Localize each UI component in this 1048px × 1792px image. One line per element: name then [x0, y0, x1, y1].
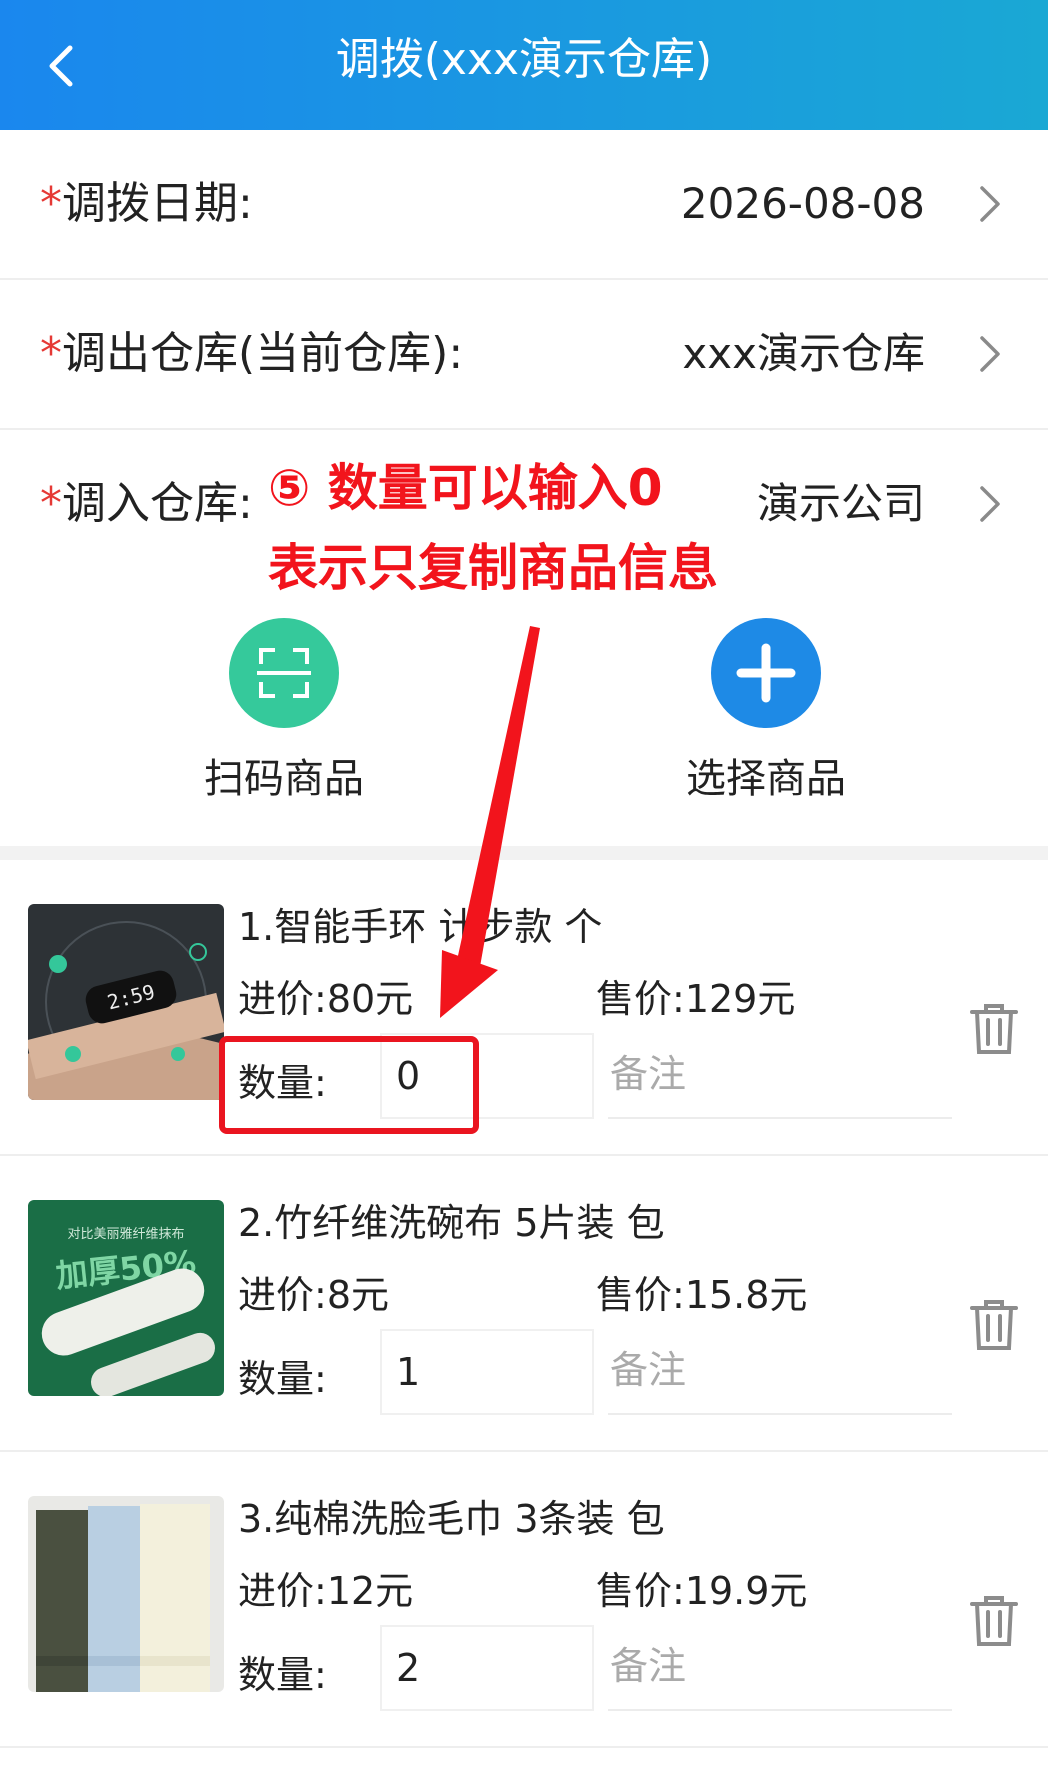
- chevron-right-icon: [980, 336, 1000, 372]
- scan-goods-label: 扫码商品: [204, 756, 364, 802]
- section-divider: [0, 846, 1048, 860]
- page-title: 调拨(xxx演示仓库): [335, 34, 713, 85]
- sale-value: 19.9元: [684, 1569, 808, 1613]
- goods-item: 3.纯棉洗脸毛巾 3条装 包 进价:12元 售价:19.9元 数量: 2 备注: [0, 1452, 1048, 1748]
- scan-button-circle: [229, 618, 339, 728]
- transfer-date-label-text: 调拨日期:: [62, 178, 253, 229]
- chevron-right-icon: [980, 486, 1000, 522]
- in-warehouse-label: *调入仓库:: [40, 430, 253, 578]
- out-warehouse-label: *调出仓库(当前仓库):: [40, 280, 463, 428]
- sale-price: 售价:19.9元: [596, 1560, 807, 1615]
- item-name: 1.智能手环 计步款 个: [238, 905, 603, 949]
- in-warehouse-value: 演示公司: [756, 479, 925, 528]
- sale-label: 售价:: [596, 1273, 685, 1317]
- out-warehouse-value: xxx演示仓库: [682, 329, 925, 378]
- quantity-input[interactable]: 2: [380, 1625, 594, 1711]
- remark-input[interactable]: 备注: [608, 1329, 952, 1415]
- required-star: *: [40, 178, 62, 229]
- out-warehouse-label-text: 调出仓库(当前仓库):: [62, 328, 464, 379]
- item-name: 3.纯棉洗脸毛巾 3条装 包: [238, 1497, 665, 1541]
- select-goods-label: 选择商品: [686, 756, 846, 802]
- select-button-circle: [711, 618, 821, 728]
- quantity-label: 数量:: [238, 1653, 327, 1697]
- cost-label: 进价:: [238, 1569, 327, 1613]
- required-star: *: [40, 478, 62, 529]
- transfer-date-value: 2026-08-08: [680, 179, 925, 228]
- annotation-line-1: ⑤ 数量可以输入0: [268, 459, 663, 517]
- chevron-right-icon: [980, 186, 1000, 222]
- quantity-label: 数量:: [238, 1357, 327, 1401]
- header-bar: 调拨(xxx演示仓库): [0, 0, 1048, 130]
- add-goods-actions: 扫码商品 选择商品: [0, 578, 1048, 846]
- trash-icon[interactable]: [966, 1296, 1022, 1352]
- scan-goods-button[interactable]: 扫码商品: [174, 618, 394, 804]
- quantity-highlight-box: [219, 1036, 479, 1134]
- scan-icon: [257, 648, 311, 698]
- next-item-peek: [0, 1748, 1048, 1792]
- trash-icon[interactable]: [966, 1592, 1022, 1648]
- sale-price: 售价:15.8元: [596, 1264, 807, 1319]
- cost-price: 进价:12元: [238, 1560, 413, 1615]
- transfer-date-label: *调拨日期:: [40, 130, 253, 278]
- smart-band-thumbnail: 2:59: [28, 904, 224, 1100]
- sale-label: 售价:: [596, 977, 685, 1021]
- in-warehouse-label-text: 调入仓库:: [62, 478, 253, 529]
- remark-input[interactable]: 备注: [608, 1625, 952, 1711]
- transfer-date-row[interactable]: *调拨日期: 2026-08-08: [0, 130, 1048, 280]
- cost-label: 进价:: [238, 1273, 327, 1317]
- cost-value: 12元: [326, 1569, 414, 1613]
- trash-icon[interactable]: [966, 1000, 1022, 1056]
- sale-value: 15.8元: [684, 1273, 808, 1317]
- out-warehouse-row[interactable]: *调出仓库(当前仓库): xxx演示仓库: [0, 280, 1048, 430]
- cost-value: 8元: [326, 1273, 389, 1317]
- cost-value: 80元: [326, 977, 414, 1021]
- item-name: 2.竹纤维洗碗布 5片装 包: [238, 1201, 665, 1245]
- remark-input[interactable]: 备注: [608, 1033, 952, 1119]
- sale-value: 129元: [684, 977, 796, 1021]
- sale-price: 售价:129元: [596, 968, 795, 1023]
- required-star: *: [40, 328, 62, 379]
- goods-item: 对比美丽雅纤维抹布 加厚50% 2.竹纤维洗碗布 5片装 包 进价:8元 售价:…: [0, 1156, 1048, 1452]
- select-goods-button[interactable]: 选择商品: [656, 618, 876, 804]
- goods-item: 2:59 1.智能手环 计步款 个 进价:80元 售价:129元 数量: 0 备…: [0, 860, 1048, 1156]
- plus-icon: [736, 643, 796, 703]
- cost-price: 进价:80元: [238, 968, 413, 1023]
- sale-label: 售价:: [596, 1569, 685, 1613]
- dish-cloth-thumbnail: 对比美丽雅纤维抹布 加厚50%: [28, 1200, 224, 1396]
- quantity-input[interactable]: 1: [380, 1329, 594, 1415]
- cost-price: 进价:8元: [238, 1264, 389, 1319]
- thumb-caption: 对比美丽雅纤维抹布: [67, 1227, 184, 1242]
- annotation-line-2: 表示只复制商品信息: [268, 539, 718, 597]
- towel-thumbnail: [28, 1496, 224, 1692]
- cost-label: 进价:: [238, 977, 327, 1021]
